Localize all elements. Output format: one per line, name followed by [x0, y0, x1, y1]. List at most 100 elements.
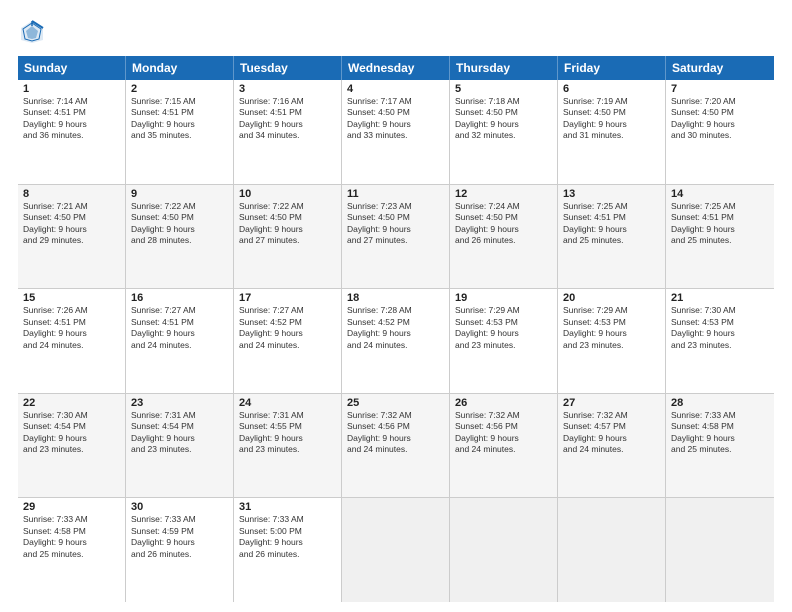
day-number: 29 [23, 501, 120, 513]
logo-icon [18, 18, 46, 46]
calendar-cell: 13Sunrise: 7:25 AMSunset: 4:51 PMDayligh… [558, 185, 666, 289]
calendar-cell: 3Sunrise: 7:16 AMSunset: 4:51 PMDaylight… [234, 80, 342, 184]
day-number: 26 [455, 397, 552, 409]
day-info: Sunrise: 7:32 AMSunset: 4:56 PMDaylight:… [347, 410, 444, 456]
day-number: 31 [239, 501, 336, 513]
calendar-cell: 25Sunrise: 7:32 AMSunset: 4:56 PMDayligh… [342, 394, 450, 498]
calendar-cell: 10Sunrise: 7:22 AMSunset: 4:50 PMDayligh… [234, 185, 342, 289]
day-info: Sunrise: 7:28 AMSunset: 4:52 PMDaylight:… [347, 305, 444, 351]
calendar-cell: 23Sunrise: 7:31 AMSunset: 4:54 PMDayligh… [126, 394, 234, 498]
cal-header-wednesday: Wednesday [342, 56, 450, 80]
calendar-cell: 29Sunrise: 7:33 AMSunset: 4:58 PMDayligh… [18, 498, 126, 602]
cal-header-thursday: Thursday [450, 56, 558, 80]
day-info: Sunrise: 7:22 AMSunset: 4:50 PMDaylight:… [239, 201, 336, 247]
day-info: Sunrise: 7:21 AMSunset: 4:50 PMDaylight:… [23, 201, 120, 247]
day-number: 28 [671, 397, 769, 409]
day-number: 20 [563, 292, 660, 304]
day-info: Sunrise: 7:17 AMSunset: 4:50 PMDaylight:… [347, 96, 444, 142]
day-number: 1 [23, 83, 120, 95]
day-number: 27 [563, 397, 660, 409]
calendar-cell: 31Sunrise: 7:33 AMSunset: 5:00 PMDayligh… [234, 498, 342, 602]
calendar-cell: 22Sunrise: 7:30 AMSunset: 4:54 PMDayligh… [18, 394, 126, 498]
day-info: Sunrise: 7:29 AMSunset: 4:53 PMDaylight:… [563, 305, 660, 351]
header [18, 18, 774, 46]
calendar-cell: 20Sunrise: 7:29 AMSunset: 4:53 PMDayligh… [558, 289, 666, 393]
day-number: 21 [671, 292, 769, 304]
calendar-cell: 14Sunrise: 7:25 AMSunset: 4:51 PMDayligh… [666, 185, 774, 289]
day-info: Sunrise: 7:33 AMSunset: 5:00 PMDaylight:… [239, 514, 336, 560]
calendar: SundayMondayTuesdayWednesdayThursdayFrid… [18, 56, 774, 602]
day-info: Sunrise: 7:24 AMSunset: 4:50 PMDaylight:… [455, 201, 552, 247]
day-number: 3 [239, 83, 336, 95]
calendar-week-1: 1Sunrise: 7:14 AMSunset: 4:51 PMDaylight… [18, 80, 774, 185]
day-info: Sunrise: 7:33 AMSunset: 4:59 PMDaylight:… [131, 514, 228, 560]
calendar-cell: 8Sunrise: 7:21 AMSunset: 4:50 PMDaylight… [18, 185, 126, 289]
calendar-cell: 12Sunrise: 7:24 AMSunset: 4:50 PMDayligh… [450, 185, 558, 289]
day-info: Sunrise: 7:18 AMSunset: 4:50 PMDaylight:… [455, 96, 552, 142]
day-info: Sunrise: 7:27 AMSunset: 4:52 PMDaylight:… [239, 305, 336, 351]
day-info: Sunrise: 7:31 AMSunset: 4:55 PMDaylight:… [239, 410, 336, 456]
day-number: 12 [455, 188, 552, 200]
calendar-cell: 21Sunrise: 7:30 AMSunset: 4:53 PMDayligh… [666, 289, 774, 393]
day-info: Sunrise: 7:16 AMSunset: 4:51 PMDaylight:… [239, 96, 336, 142]
calendar-cell: 19Sunrise: 7:29 AMSunset: 4:53 PMDayligh… [450, 289, 558, 393]
calendar-week-2: 8Sunrise: 7:21 AMSunset: 4:50 PMDaylight… [18, 185, 774, 290]
day-info: Sunrise: 7:25 AMSunset: 4:51 PMDaylight:… [563, 201, 660, 247]
calendar-cell: 11Sunrise: 7:23 AMSunset: 4:50 PMDayligh… [342, 185, 450, 289]
calendar-cell: 28Sunrise: 7:33 AMSunset: 4:58 PMDayligh… [666, 394, 774, 498]
calendar-cell: 27Sunrise: 7:32 AMSunset: 4:57 PMDayligh… [558, 394, 666, 498]
calendar-cell: 4Sunrise: 7:17 AMSunset: 4:50 PMDaylight… [342, 80, 450, 184]
calendar-header-row: SundayMondayTuesdayWednesdayThursdayFrid… [18, 56, 774, 80]
calendar-cell: 2Sunrise: 7:15 AMSunset: 4:51 PMDaylight… [126, 80, 234, 184]
day-info: Sunrise: 7:33 AMSunset: 4:58 PMDaylight:… [23, 514, 120, 560]
day-number: 19 [455, 292, 552, 304]
day-info: Sunrise: 7:14 AMSunset: 4:51 PMDaylight:… [23, 96, 120, 142]
calendar-cell: 16Sunrise: 7:27 AMSunset: 4:51 PMDayligh… [126, 289, 234, 393]
calendar-week-5: 29Sunrise: 7:33 AMSunset: 4:58 PMDayligh… [18, 498, 774, 602]
day-number: 5 [455, 83, 552, 95]
calendar-week-4: 22Sunrise: 7:30 AMSunset: 4:54 PMDayligh… [18, 394, 774, 499]
day-info: Sunrise: 7:31 AMSunset: 4:54 PMDaylight:… [131, 410, 228, 456]
day-number: 7 [671, 83, 769, 95]
day-number: 17 [239, 292, 336, 304]
day-number: 11 [347, 188, 444, 200]
calendar-cell: 26Sunrise: 7:32 AMSunset: 4:56 PMDayligh… [450, 394, 558, 498]
day-info: Sunrise: 7:29 AMSunset: 4:53 PMDaylight:… [455, 305, 552, 351]
day-number: 2 [131, 83, 228, 95]
calendar-cell: 15Sunrise: 7:26 AMSunset: 4:51 PMDayligh… [18, 289, 126, 393]
day-number: 13 [563, 188, 660, 200]
day-info: Sunrise: 7:22 AMSunset: 4:50 PMDaylight:… [131, 201, 228, 247]
day-number: 18 [347, 292, 444, 304]
day-info: Sunrise: 7:25 AMSunset: 4:51 PMDaylight:… [671, 201, 769, 247]
day-info: Sunrise: 7:15 AMSunset: 4:51 PMDaylight:… [131, 96, 228, 142]
day-number: 8 [23, 188, 120, 200]
calendar-body: 1Sunrise: 7:14 AMSunset: 4:51 PMDaylight… [18, 80, 774, 602]
calendar-cell: 17Sunrise: 7:27 AMSunset: 4:52 PMDayligh… [234, 289, 342, 393]
calendar-cell [666, 498, 774, 602]
calendar-cell [342, 498, 450, 602]
day-number: 15 [23, 292, 120, 304]
cal-header-monday: Monday [126, 56, 234, 80]
cal-header-tuesday: Tuesday [234, 56, 342, 80]
day-number: 9 [131, 188, 228, 200]
calendar-week-3: 15Sunrise: 7:26 AMSunset: 4:51 PMDayligh… [18, 289, 774, 394]
calendar-cell: 7Sunrise: 7:20 AMSunset: 4:50 PMDaylight… [666, 80, 774, 184]
day-number: 16 [131, 292, 228, 304]
calendar-cell: 1Sunrise: 7:14 AMSunset: 4:51 PMDaylight… [18, 80, 126, 184]
logo [18, 18, 50, 46]
cal-header-friday: Friday [558, 56, 666, 80]
calendar-cell: 18Sunrise: 7:28 AMSunset: 4:52 PMDayligh… [342, 289, 450, 393]
day-info: Sunrise: 7:23 AMSunset: 4:50 PMDaylight:… [347, 201, 444, 247]
day-info: Sunrise: 7:30 AMSunset: 4:54 PMDaylight:… [23, 410, 120, 456]
day-number: 6 [563, 83, 660, 95]
cal-header-saturday: Saturday [666, 56, 774, 80]
calendar-page: SundayMondayTuesdayWednesdayThursdayFrid… [0, 0, 792, 612]
day-number: 14 [671, 188, 769, 200]
day-number: 25 [347, 397, 444, 409]
day-info: Sunrise: 7:32 AMSunset: 4:56 PMDaylight:… [455, 410, 552, 456]
calendar-cell: 6Sunrise: 7:19 AMSunset: 4:50 PMDaylight… [558, 80, 666, 184]
day-info: Sunrise: 7:19 AMSunset: 4:50 PMDaylight:… [563, 96, 660, 142]
day-info: Sunrise: 7:30 AMSunset: 4:53 PMDaylight:… [671, 305, 769, 351]
day-number: 4 [347, 83, 444, 95]
calendar-cell: 30Sunrise: 7:33 AMSunset: 4:59 PMDayligh… [126, 498, 234, 602]
